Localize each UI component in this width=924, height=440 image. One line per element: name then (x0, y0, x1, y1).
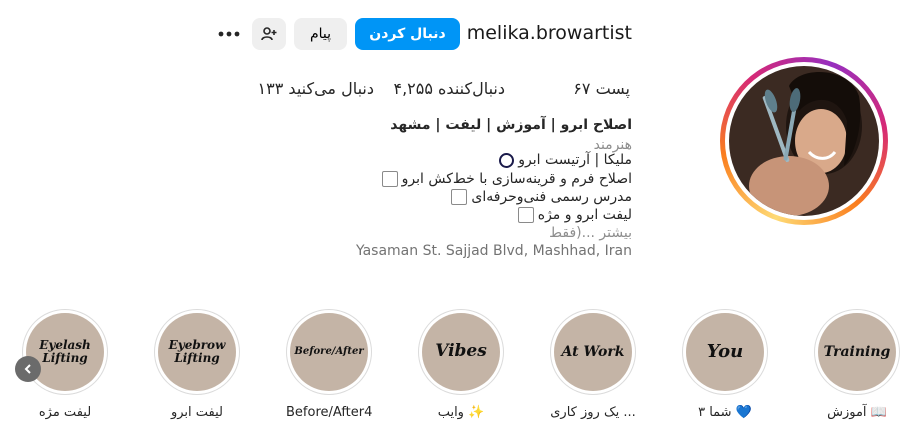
person-add-icon (261, 27, 277, 41)
message-button[interactable]: پیام (294, 18, 347, 50)
bio-title: اصلاح ابرو | آموزش | لیفت | مشهد (390, 117, 632, 133)
posts-count: ۶۷ پست (573, 79, 630, 98)
highlight-label: لیفت ابرو (170, 405, 224, 420)
bio-line: مدرس رسمی فنی‌وحرفه‌ای (302, 189, 632, 205)
bio-line: لیفت ابرو و مژه (302, 207, 632, 223)
highlight-cover: Vibes (422, 313, 500, 391)
highlight-item[interactable]: You شما ۳ 💙 (682, 309, 768, 420)
highlight-label: یک روز کاری ... (550, 405, 636, 420)
highlight-item[interactable]: Before/After Before/After4 (286, 309, 372, 420)
highlight-label: Before/After4 (286, 405, 373, 420)
highlight-cover: At Work (554, 313, 632, 391)
highlight-cover: Before/After (290, 313, 368, 391)
followers-count[interactable]: ۴,۲۵۵ دنبال‌کننده (393, 79, 505, 98)
bio-line: ملیکا | آرتیست ابرو (302, 152, 632, 168)
highlight-label: شما ۳ 💙 (698, 405, 752, 420)
follow-button[interactable]: دنبال کردن (355, 18, 460, 50)
highlight-cover: Eyebrow Lifting (158, 313, 236, 391)
highlight-item[interactable]: Eyebrow Lifting لیفت ابرو (154, 309, 240, 420)
highlight-item[interactable]: At Work یک روز کاری ... (550, 309, 636, 420)
profile-username: melika.browartist (466, 22, 632, 44)
more-options-icon[interactable] (214, 20, 244, 48)
highlight-item[interactable]: Training آموزش 📖 (814, 309, 900, 420)
circle-icon (499, 152, 515, 168)
bio-line: اصلاح فرم و قرینه‌سازی با خط‌کش ابرو (302, 171, 632, 187)
square-icon (381, 171, 398, 187)
chevron-left-icon (24, 364, 31, 374)
highlight-label: وایب ✨ (437, 405, 485, 420)
square-icon (517, 207, 534, 223)
add-user-button[interactable] (252, 18, 286, 50)
bio-category: هنرمند (593, 137, 632, 153)
highlight-cover: Eyelash Lifting (26, 313, 104, 391)
highlight-cover: You (686, 313, 764, 391)
highlights-prev-button[interactable] (15, 356, 41, 382)
highlight-label: آموزش 📖 (827, 405, 887, 420)
square-icon (451, 189, 468, 205)
following-count[interactable]: ۱۳۳ دنبال می‌کنید (258, 79, 374, 98)
bio-address[interactable]: Yasaman St. Sajjad Blvd, Mashhad, Iran (302, 243, 632, 259)
bio-more-link[interactable]: بیشتر ...(فقط (302, 225, 632, 241)
profile-avatar[interactable] (720, 57, 888, 225)
highlight-cover: Training (818, 313, 896, 391)
highlight-item[interactable]: Vibes وایب ✨ (418, 309, 504, 420)
highlight-label: لیفت مژه (38, 405, 92, 420)
